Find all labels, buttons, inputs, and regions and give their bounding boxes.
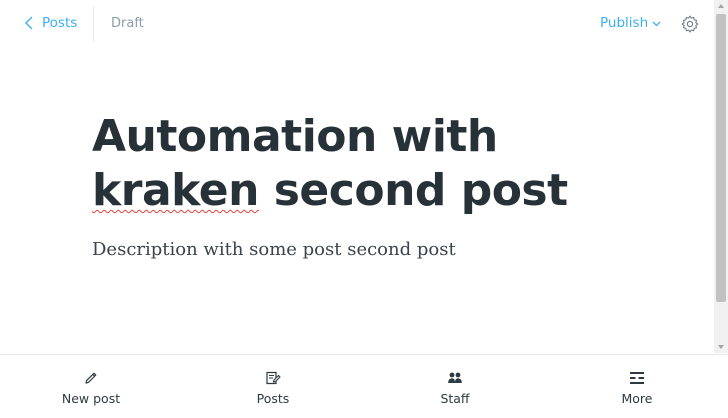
gear-icon[interactable] xyxy=(680,14,700,34)
nav-label: New post xyxy=(61,391,121,406)
post-status: Draft xyxy=(111,16,144,31)
nav-new-post[interactable]: New post xyxy=(0,355,182,418)
posts-icon xyxy=(266,371,281,385)
nav-label: Staff xyxy=(440,391,470,406)
post-title-field[interactable]: Automation with kraken second post xyxy=(92,110,652,218)
scroll-down-arrow-icon[interactable] xyxy=(718,345,724,349)
header-divider xyxy=(93,6,94,42)
bottom-nav: New post Posts Staff More xyxy=(0,354,728,418)
scrollbar[interactable] xyxy=(714,0,728,353)
publish-label: Publish xyxy=(600,15,649,31)
pencil-icon xyxy=(85,372,97,384)
post-editor: Automation with kraken second post Descr… xyxy=(92,110,652,263)
scroll-up-arrow-icon[interactable] xyxy=(718,4,724,8)
staff-icon xyxy=(448,372,462,383)
publish-button[interactable]: Publish xyxy=(600,15,661,31)
post-title-rest: second post xyxy=(258,165,568,216)
nav-posts[interactable]: Posts xyxy=(182,355,364,418)
nav-label: More xyxy=(621,391,653,406)
chevron-left-icon xyxy=(25,16,33,30)
nav-label: Posts xyxy=(256,391,290,406)
back-to-posts-link[interactable]: Posts xyxy=(24,15,77,31)
scroll-thumb[interactable] xyxy=(716,14,726,302)
editor-header: Posts Draft Publish xyxy=(0,0,714,48)
nav-more[interactable]: More xyxy=(546,355,728,418)
misspelled-word: kraken xyxy=(92,165,259,216)
back-link-label: Posts xyxy=(42,15,78,31)
nav-staff[interactable]: Staff xyxy=(364,355,546,418)
post-description-field[interactable]: Description with some post second post xyxy=(92,237,652,263)
chevron-down-icon xyxy=(652,21,661,26)
more-icon xyxy=(630,372,644,384)
post-title-line1: Automation with xyxy=(92,111,498,162)
